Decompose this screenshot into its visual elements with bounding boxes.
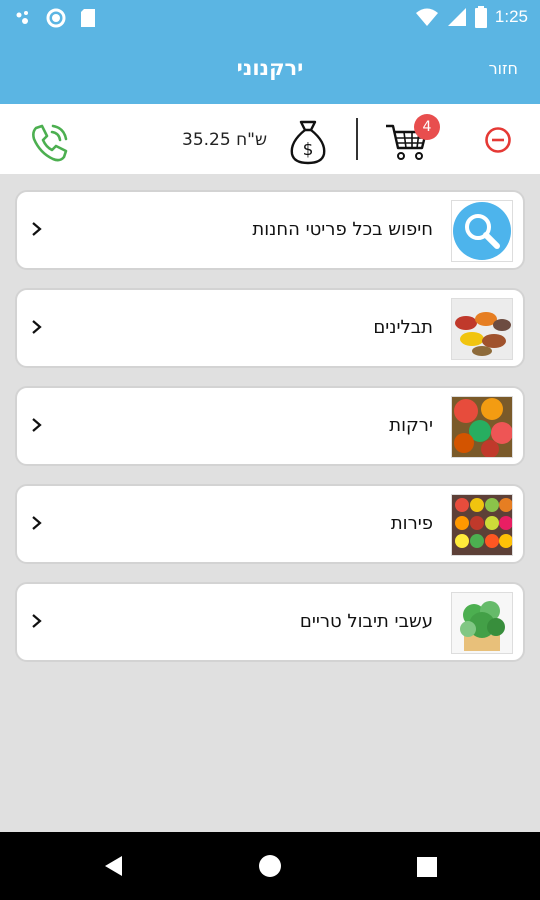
page-title: ירקנוני — [236, 56, 304, 80]
system-nav-bar — [0, 832, 540, 900]
search-icon — [451, 200, 513, 262]
list-item-label: ירקות — [389, 415, 433, 436]
remove-circle-icon[interactable] — [484, 126, 512, 154]
chevron-right-icon — [32, 320, 42, 334]
chevron-right-icon — [32, 418, 42, 432]
list-item-label: תבלינים — [373, 317, 433, 338]
vegetables-image — [451, 396, 513, 458]
toolbar-divider — [356, 118, 358, 160]
signal-icon — [447, 8, 466, 26]
assistant-icon — [16, 11, 28, 24]
category-list: חיפוש בכל פריטי החנות תבלינים ירקות פירו… — [15, 190, 525, 680]
currency-label: ש"ח — [236, 130, 268, 150]
fruits-image — [451, 494, 513, 556]
cart-toolbar: 35.25 ש"ח $ 4 — [0, 104, 540, 174]
cart-total: 35.25 ש"ח — [182, 130, 267, 150]
status-time: 1:25 — [494, 7, 528, 26]
money-bag-icon: $ — [290, 120, 326, 165]
herbs-image — [451, 592, 513, 654]
phone-icon[interactable] — [26, 120, 72, 166]
status-right: 1:25 — [415, 6, 528, 28]
battery-icon — [474, 6, 487, 28]
list-item-fruits[interactable]: פירות — [15, 484, 525, 564]
list-item-search[interactable]: חיפוש בכל פריטי החנות — [15, 190, 525, 270]
cart-total-value: 35.25 — [182, 130, 231, 150]
app-bar: ירקנוני חזור — [0, 36, 540, 104]
circle-notification-icon — [46, 8, 66, 28]
sd-card-icon — [81, 9, 95, 27]
svg-text:$: $ — [303, 140, 314, 160]
back-button[interactable]: חזור — [489, 59, 518, 78]
back-nav-icon[interactable] — [102, 854, 126, 878]
list-item-label: פירות — [390, 513, 433, 534]
chevron-right-icon — [32, 222, 42, 236]
recents-nav-icon[interactable] — [416, 856, 438, 878]
list-item-herbs[interactable]: עשבי תיבול טריים — [15, 582, 525, 662]
list-item-label: עשבי תיבול טריים — [299, 611, 433, 632]
wifi-icon — [415, 8, 438, 26]
home-nav-icon[interactable] — [258, 854, 282, 878]
chevron-right-icon — [32, 516, 42, 530]
list-item-spices[interactable]: תבלינים — [15, 288, 525, 368]
spices-image — [451, 298, 513, 360]
status-left-icons — [14, 8, 96, 28]
list-item-vegetables[interactable]: ירקות — [15, 386, 525, 466]
list-item-label: חיפוש בכל פריטי החנות — [252, 219, 433, 240]
cart-count-badge: 4 — [414, 114, 440, 140]
chevron-right-icon — [32, 614, 42, 628]
status-bar: 1:25 — [0, 0, 540, 36]
